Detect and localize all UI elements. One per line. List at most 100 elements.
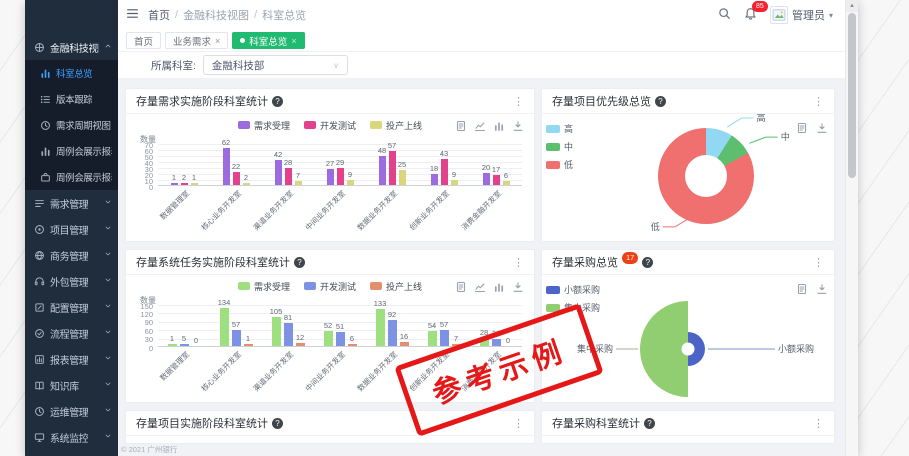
scrollbar[interactable]: ▲ (845, 0, 858, 456)
download-icon[interactable] (512, 120, 524, 132)
close-icon[interactable]: × (291, 36, 296, 46)
legend-item[interactable]: 开发测试 (304, 119, 356, 132)
sidebar-item-4[interactable]: 周例会展示报表-项目 (25, 138, 118, 164)
bar-group[interactable]: 62222 (210, 144, 262, 185)
card-menu-icon[interactable]: ⋮ (513, 256, 524, 269)
sidebar-item-0[interactable]: 金融科技视图 (25, 34, 118, 60)
help-icon[interactable]: ? (272, 418, 283, 429)
card-menu-icon[interactable]: ⋮ (513, 95, 524, 108)
bar[interactable] (285, 168, 292, 185)
bar[interactable] (388, 320, 397, 346)
close-icon[interactable]: × (215, 36, 220, 46)
bar-group[interactable]: 42287 (262, 144, 314, 185)
bar-group[interactable]: 54577 (418, 305, 470, 346)
rose-slice-centralized[interactable] (640, 301, 688, 397)
sidebar-item-6[interactable]: 需求管理 (25, 190, 118, 216)
bar[interactable] (483, 173, 490, 185)
bar-group[interactable]: 18439 (418, 144, 470, 185)
sidebar-item-14[interactable]: 运维管理 (25, 398, 118, 424)
bar-chart-icon[interactable] (493, 281, 505, 293)
bar-group[interactable]: 1339216 (366, 305, 418, 346)
sidebar-item-5[interactable]: 周例会展示报表-采购 (25, 164, 118, 190)
tab-0[interactable]: 首页 (126, 32, 161, 49)
legend-item[interactable]: 投产上线 (370, 119, 422, 132)
breadcrumb-item[interactable]: 金融科技视图 (183, 7, 249, 23)
bar[interactable] (168, 344, 177, 346)
bar[interactable] (275, 160, 282, 185)
data-view-icon[interactable] (455, 281, 467, 293)
bar[interactable] (296, 343, 305, 346)
sidebar-item-15[interactable]: 系统监控 (25, 424, 118, 450)
sidebar-item-7[interactable]: 项目管理 (25, 216, 118, 242)
sidebar-item-1[interactable]: 科室总览 (25, 60, 118, 86)
bar[interactable] (441, 159, 448, 185)
bar[interactable] (389, 151, 396, 185)
hamburger-icon[interactable] (126, 7, 139, 23)
search-icon[interactable] (718, 7, 731, 23)
legend-item[interactable]: 需求受理 (238, 280, 290, 293)
bar-group[interactable]: 134571 (210, 305, 262, 346)
bar[interactable] (233, 172, 240, 185)
bar-group[interactable]: 1058112 (262, 305, 314, 346)
bar[interactable] (327, 169, 334, 185)
bar[interactable] (440, 330, 449, 346)
tab-1[interactable]: 业务需求× (165, 32, 228, 49)
card-menu-icon[interactable]: ⋮ (813, 256, 824, 269)
download-icon[interactable] (512, 281, 524, 293)
help-icon[interactable]: ? (272, 96, 283, 107)
bar[interactable] (324, 331, 333, 346)
bar-group[interactable]: 485725 (366, 144, 418, 185)
bar[interactable] (348, 344, 357, 346)
card-menu-icon[interactable]: ⋮ (813, 417, 824, 430)
breadcrumb-item[interactable]: 科室总览 (262, 7, 306, 23)
legend-item[interactable]: 需求受理 (238, 119, 290, 132)
bar[interactable] (400, 342, 409, 346)
bar[interactable] (337, 168, 344, 185)
bar[interactable] (336, 332, 345, 346)
sidebar-item-13[interactable]: 知识库 (25, 372, 118, 398)
bar-group[interactable]: 20176 (470, 144, 522, 185)
user-menu[interactable]: 管理员 ▾ (770, 6, 833, 24)
bar[interactable] (503, 181, 510, 185)
bar[interactable] (171, 183, 178, 185)
bar[interactable] (272, 317, 281, 346)
card-menu-icon[interactable]: ⋮ (813, 95, 824, 108)
bar[interactable] (284, 323, 293, 346)
help-icon[interactable]: ? (644, 418, 655, 429)
sidebar-item-8[interactable]: 商务管理 (25, 242, 118, 268)
bar[interactable] (180, 344, 189, 346)
bar-chart-icon[interactable] (493, 120, 505, 132)
help-icon[interactable]: ? (294, 257, 305, 268)
sidebar-item-3[interactable]: 需求周期视图 (25, 112, 118, 138)
bar[interactable] (451, 180, 458, 185)
legend-item[interactable]: 开发测试 (304, 280, 356, 293)
line-chart-icon[interactable] (474, 120, 486, 132)
data-view-icon[interactable] (455, 120, 467, 132)
scrollbar-thumb[interactable] (848, 13, 856, 178)
legend-item[interactable]: 投产上线 (370, 280, 422, 293)
bar[interactable] (220, 308, 229, 346)
sidebar-item-12[interactable]: 报表管理 (25, 346, 118, 372)
bar-group[interactable]: 150 (158, 305, 210, 346)
line-chart-icon[interactable] (474, 281, 486, 293)
sidebar-item-2[interactable]: 版本跟踪 (25, 86, 118, 112)
bar[interactable] (376, 309, 385, 346)
bar[interactable] (347, 180, 354, 185)
scroll-up-arrow[interactable]: ▲ (846, 0, 858, 12)
bar[interactable] (428, 331, 437, 346)
card-menu-icon[interactable]: ⋮ (513, 417, 524, 430)
sidebar-item-9[interactable]: 外包管理 (25, 268, 118, 294)
department-select[interactable]: 金融科技部 ∨ (203, 55, 348, 75)
bar[interactable] (244, 344, 253, 346)
bar[interactable] (181, 183, 188, 185)
sidebar-item-10[interactable]: 配置管理 (25, 294, 118, 320)
bar[interactable] (191, 183, 198, 185)
help-icon[interactable]: ? (642, 257, 653, 268)
tab-2[interactable]: 科室总览× (232, 32, 304, 49)
bar[interactable] (493, 175, 500, 185)
sidebar-item-16[interactable]: 系统管理 (25, 450, 118, 456)
bar[interactable] (295, 181, 302, 185)
bar[interactable] (379, 156, 386, 185)
bar[interactable] (243, 183, 250, 185)
help-icon[interactable]: ? (655, 96, 666, 107)
